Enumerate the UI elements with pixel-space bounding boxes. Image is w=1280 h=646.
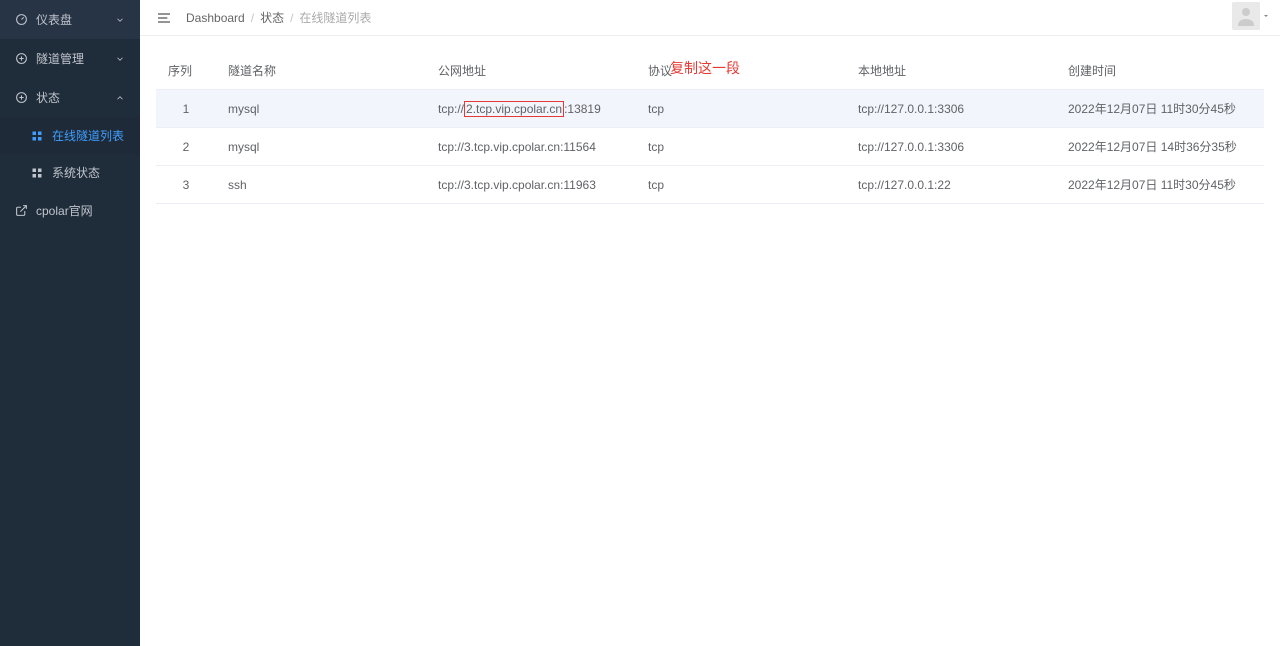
cell-protocol: tcp: [636, 166, 846, 204]
cell-protocol: tcp: [636, 128, 846, 166]
sidebar-item-label: 仪表盘: [36, 11, 114, 28]
table-row[interactable]: 2mysqltcp://3.tcp.vip.cpolar.cn:11564tcp…: [156, 128, 1264, 166]
topbar: Dashboard / 状态 / 在线隧道列表: [140, 0, 1280, 36]
sidebar-item-label: 隧道管理: [36, 50, 114, 67]
cell-local-address: tcp://127.0.0.1:3306: [846, 90, 1056, 128]
th-index: 序列: [156, 52, 216, 90]
sidebar-subitem-label: 系统状态: [52, 164, 100, 181]
th-protocol: 协议: [636, 52, 846, 90]
cell-public-address: tcp://2.tcp.vip.cpolar.cn:13819: [426, 90, 636, 128]
grid-icon: [30, 166, 44, 180]
table-row[interactable]: 3sshtcp://3.tcp.vip.cpolar.cn:11963tcptc…: [156, 166, 1264, 204]
breadcrumb-item[interactable]: 状态: [260, 9, 284, 26]
sidebar-subitem-system-status[interactable]: 系统状态: [0, 154, 140, 191]
table-row[interactable]: 1mysqltcp://2.tcp.vip.cpolar.cn:13819tcp…: [156, 90, 1264, 128]
cell-index: 1: [156, 90, 216, 128]
cell-created: 2022年12月07日 11时30分45秒: [1056, 166, 1264, 204]
th-public: 公网地址: [426, 52, 636, 90]
chevron-up-icon: [114, 92, 126, 104]
sidebar-subitem-label: 在线隧道列表: [52, 127, 124, 144]
cell-local-address: tcp://127.0.0.1:3306: [846, 128, 1056, 166]
sidebar: 仪表盘 隧道管理 状态: [0, 0, 140, 646]
th-local: 本地地址: [846, 52, 1056, 90]
sidebar-item-cpolar-site[interactable]: cpolar官网: [0, 191, 140, 230]
breadcrumb-item[interactable]: Dashboard: [186, 11, 245, 25]
sidebar-item-label: cpolar官网: [36, 202, 126, 219]
cell-local-address: tcp://127.0.0.1:22: [846, 166, 1056, 204]
chevron-down-icon: [114, 53, 126, 65]
breadcrumb-separator: /: [251, 11, 254, 25]
dashboard-icon: [14, 13, 28, 27]
avatar: [1232, 2, 1260, 30]
breadcrumb: Dashboard / 状态 / 在线隧道列表: [186, 9, 371, 26]
cell-name: mysql: [216, 90, 426, 128]
cell-protocol: tcp: [636, 90, 846, 128]
plus-circle-icon: [14, 52, 28, 66]
sidebar-subitem-online-tunnels[interactable]: 在线隧道列表: [0, 117, 140, 154]
sidebar-item-dashboard[interactable]: 仪表盘: [0, 0, 140, 39]
cell-public-address: tcp://3.tcp.vip.cpolar.cn:11564: [426, 128, 636, 166]
main-area: Dashboard / 状态 / 在线隧道列表 复制这一段 序列: [140, 0, 1280, 646]
caret-down-icon: [1262, 12, 1270, 20]
highlight-box: 2.tcp.vip.cpolar.cn: [464, 101, 564, 117]
external-link-icon: [14, 204, 28, 218]
sidebar-item-tunnel-mgmt[interactable]: 隧道管理: [0, 39, 140, 78]
cell-created: 2022年12月07日 14时36分35秒: [1056, 128, 1264, 166]
sidebar-item-label: 状态: [36, 89, 114, 106]
grid-icon: [30, 129, 44, 143]
breadcrumb-separator: /: [290, 11, 293, 25]
user-menu[interactable]: [1232, 2, 1270, 30]
cell-created: 2022年12月07日 11时30分45秒: [1056, 90, 1264, 128]
sidebar-toggle-button[interactable]: [156, 10, 172, 26]
th-name: 隧道名称: [216, 52, 426, 90]
tunnel-table: 序列 隧道名称 公网地址 协议 本地地址 创建时间 1mysqltcp://2.…: [156, 52, 1264, 204]
plus-circle-icon: [14, 91, 28, 105]
cell-public-address: tcp://3.tcp.vip.cpolar.cn:11963: [426, 166, 636, 204]
cell-name: ssh: [216, 166, 426, 204]
th-created: 创建时间: [1056, 52, 1264, 90]
cell-name: mysql: [216, 128, 426, 166]
cell-index: 2: [156, 128, 216, 166]
cell-index: 3: [156, 166, 216, 204]
sidebar-item-status[interactable]: 状态: [0, 78, 140, 117]
breadcrumb-current: 在线隧道列表: [299, 9, 371, 26]
chevron-down-icon: [114, 14, 126, 26]
content: 复制这一段 序列 隧道名称 公网地址 协议 本地地址 创建时间 1mysqltc…: [140, 36, 1280, 646]
